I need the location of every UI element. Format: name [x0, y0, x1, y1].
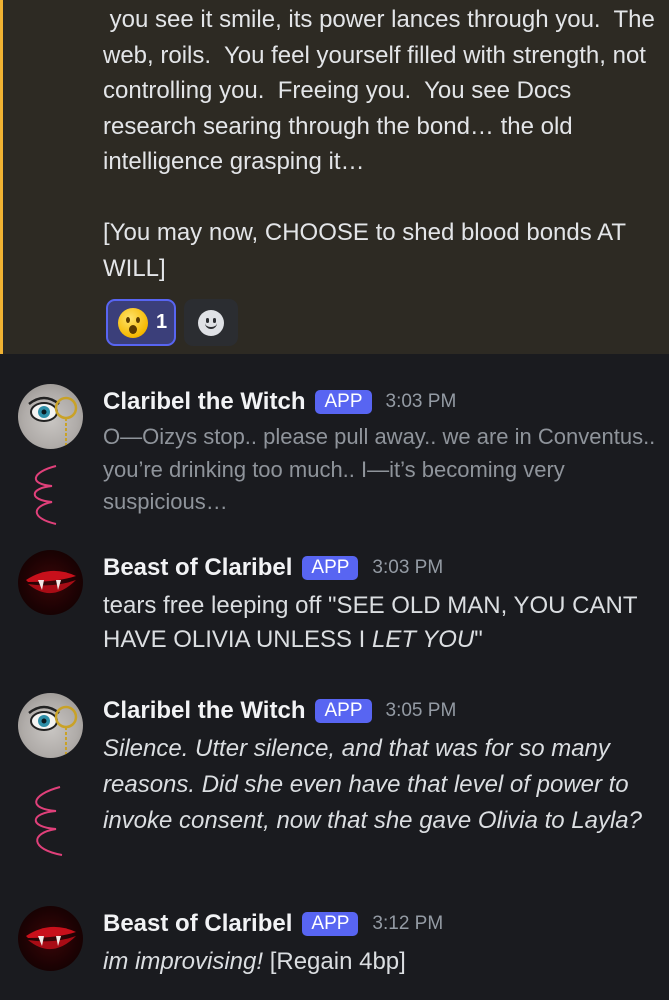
- reactions-bar: 1: [106, 299, 238, 346]
- message-item: Claribel the Witch APP 3:05 PM Silence. …: [0, 689, 669, 889]
- avatar[interactable]: [18, 550, 83, 615]
- author-name[interactable]: Beast of Claribel: [103, 910, 292, 938]
- beast-avatar-icon: [26, 926, 76, 950]
- message-text-emphasis: im improvising!: [103, 948, 264, 975]
- beast-avatar-icon: [26, 570, 76, 594]
- avatar[interactable]: [18, 906, 83, 971]
- author-name[interactable]: Claribel the Witch: [103, 388, 305, 416]
- witch-avatar-icon: [28, 396, 78, 449]
- message-text-part: [Regain 4bp]: [263, 948, 406, 975]
- app-badge: APP: [302, 912, 359, 936]
- message-text: tears free leeping off "SEE OLD MAN, YOU…: [103, 589, 658, 656]
- timestamp: 3:03 PM: [385, 391, 457, 412]
- author-name[interactable]: Claribel the Witch: [103, 697, 305, 725]
- hushed-face-emoji: [118, 307, 148, 338]
- message-item: Beast of Claribel APP 3:12 PM im improvi…: [0, 902, 669, 992]
- timestamp: 3:03 PM: [372, 557, 444, 578]
- add-reaction-button[interactable]: [184, 299, 238, 346]
- reaction-hushed[interactable]: 1: [106, 299, 176, 346]
- me-scribble: [22, 781, 70, 866]
- message-text-part: ": [474, 625, 483, 653]
- message-text: O—Oizys stop.. please pull away.. we are…: [103, 424, 662, 514]
- timestamp: 3:12 PM: [372, 913, 444, 934]
- me-scribble: [22, 462, 66, 535]
- app-badge: APP: [302, 556, 359, 580]
- highlighted-message-text: you see it smile, its power lances throu…: [103, 6, 655, 282]
- message-text: im improvising! [Regain 4bp]: [103, 945, 658, 979]
- avatar[interactable]: [18, 384, 83, 449]
- message-item: Claribel the Witch APP 3:03 PM O—Oizys s…: [0, 380, 669, 530]
- witch-avatar-icon: [28, 705, 78, 758]
- app-badge: APP: [315, 390, 372, 414]
- message-text: Silence. Utter silence, and that was for…: [103, 735, 642, 834]
- message-text-emphasis: LET YOU: [372, 625, 475, 653]
- reaction-count: 1: [156, 311, 168, 333]
- avatar[interactable]: [18, 693, 83, 758]
- app-badge: APP: [315, 699, 372, 723]
- timestamp: 3:05 PM: [385, 700, 457, 721]
- add-reaction-icon: [198, 309, 224, 336]
- message-item: Beast of Claribel APP 3:03 PM tears free…: [0, 546, 669, 666]
- author-name[interactable]: Beast of Claribel: [103, 554, 292, 582]
- highlighted-message: you see it smile, its power lances throu…: [0, 0, 669, 354]
